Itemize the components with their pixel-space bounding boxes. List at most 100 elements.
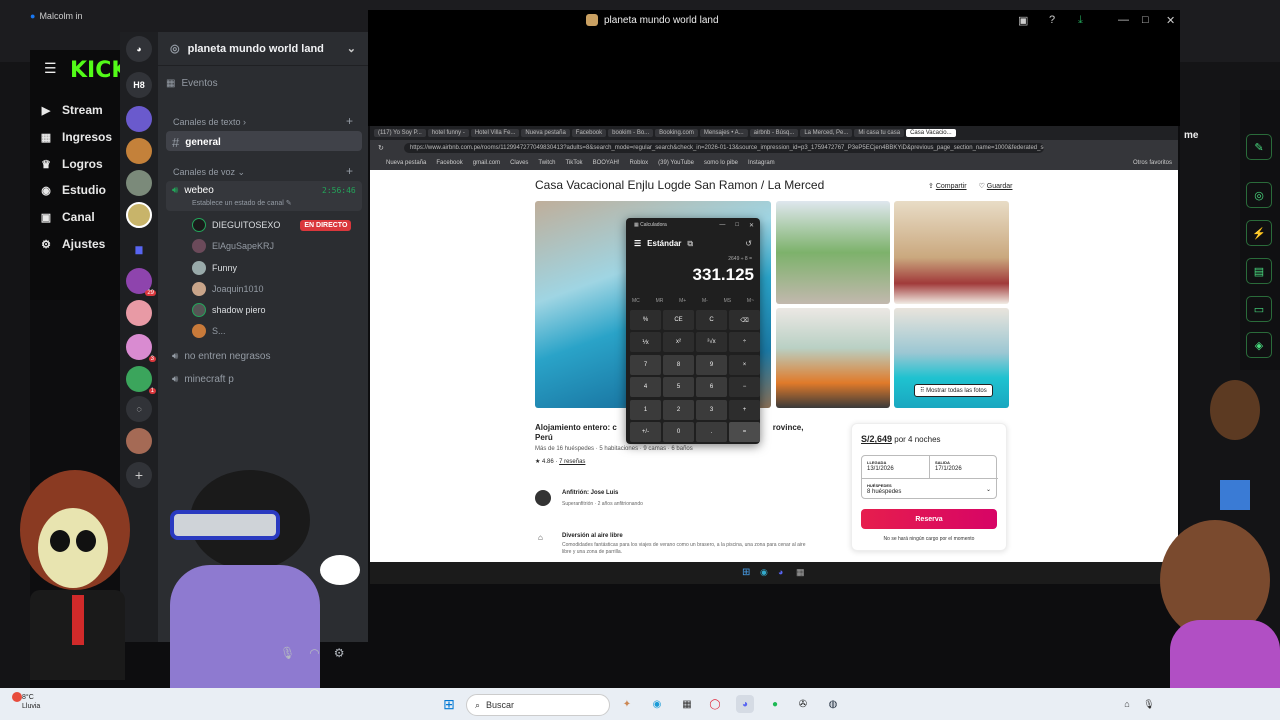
voice-user[interactable]: Funny (192, 261, 237, 275)
calc-key[interactable]: − (729, 377, 760, 398)
calc-key[interactable]: × (729, 354, 760, 375)
shared-tab[interactable]: Mi casa tu casa (854, 129, 905, 137)
mem-button[interactable]: MR (656, 298, 664, 304)
server-icon-2[interactable] (126, 138, 152, 164)
shared-tab[interactable]: Mensajes • A... (699, 129, 748, 137)
photo-thumb[interactable] (776, 308, 890, 408)
chat-icon[interactable]: ▭ (1246, 296, 1272, 322)
minimize-icon[interactable]: — (719, 222, 725, 229)
bolt-icon[interactable]: ⚡ (1246, 220, 1272, 246)
taskbar-search[interactable]: ⌕ Buscar (466, 694, 610, 716)
server-icon-1[interactable] (126, 106, 152, 132)
server-h8[interactable]: H8 (126, 72, 152, 98)
nav-logros[interactable]: ♛ Logros (40, 157, 103, 171)
nav-ajustes[interactable]: ⚙ Ajustes (40, 237, 105, 251)
bookmark[interactable]: Nueva pestaña (386, 160, 426, 166)
save-button[interactable]: ♡ Guardar (979, 182, 1013, 190)
server-icon-6[interactable]: 3 (126, 334, 156, 362)
calculator-window[interactable]: ▦ Calculadora — □ ✕ ☰ Estándar ⧉ ↺ 2649 ÷ 8 … (626, 218, 760, 444)
calc-key[interactable]: 5 (663, 377, 694, 398)
file-explorer-icon[interactable]: ▦ (678, 695, 696, 713)
calc-key[interactable]: ⅟x (630, 332, 661, 353)
browser-tab[interactable]: ● Malcolm in (30, 6, 140, 26)
calc-key[interactable]: 9 (696, 354, 727, 375)
voice-user[interactable]: shadow piero (192, 303, 266, 317)
broadcast-icon[interactable]: ◈ (1246, 332, 1272, 358)
bookmark[interactable]: BOOYAH! (593, 160, 620, 166)
server-icon-3[interactable] (126, 170, 152, 196)
calc-key[interactable]: 0 (663, 422, 694, 442)
server-icon-9[interactable] (126, 428, 152, 454)
share-button[interactable]: ⇪ Compartir (928, 182, 967, 190)
photo-thumb[interactable] (894, 201, 1009, 304)
shared-tab[interactable]: La Merced, Pe... (800, 129, 853, 137)
help-icon[interactable]: ? (1049, 14, 1055, 26)
maximize-icon[interactable]: □ (735, 222, 739, 229)
mic-tray-icon[interactable]: 🎙︎ (1140, 695, 1158, 713)
text-category[interactable]: Canales de texto › (173, 117, 246, 127)
reviews-link[interactable]: 7 reseñas (559, 459, 585, 465)
server-icon-7[interactable]: 1 (126, 366, 156, 394)
voice-user[interactable]: ElAguSapeKRJ (192, 239, 274, 253)
calc-key[interactable]: ²√x (696, 332, 727, 353)
server-icon-5[interactable] (126, 300, 152, 326)
network-icon[interactable]: ⌂ (1118, 695, 1136, 713)
mem-button[interactable]: MS (724, 298, 732, 304)
download-icon[interactable]: ⤓ (1078, 14, 1083, 27)
nav-ingresos[interactable]: ▦ Ingresos (40, 130, 112, 144)
reload-icon[interactable]: ↻ (378, 144, 384, 152)
spotify-icon[interactable]: ● (766, 695, 784, 713)
mem-button[interactable]: M~ (747, 298, 754, 304)
shared-tab[interactable]: hotel funny - (427, 129, 469, 137)
calc-key[interactable]: ⌫ (729, 310, 760, 330)
reserve-button[interactable]: Reserva (861, 509, 997, 529)
photo-thumb[interactable] (776, 201, 890, 304)
host-avatar[interactable] (535, 490, 551, 506)
discord-home-icon[interactable]: ◕ (126, 36, 152, 62)
folder-icon[interactable]: ▆ (126, 236, 152, 262)
shared-tab[interactable]: Facebook (571, 129, 607, 137)
discord-icon[interactable]: ◕ (736, 695, 754, 713)
close-icon[interactable]: ✕ (749, 222, 754, 229)
calc-key[interactable]: 1 (630, 399, 661, 420)
add-text-channel-icon[interactable]: + (346, 114, 353, 128)
shared-tab[interactable]: airbnb - Búsq... (749, 129, 799, 137)
calc-key[interactable]: 8 (663, 354, 694, 375)
keep-on-top-icon[interactable]: ⧉ (687, 239, 693, 249)
calc-key[interactable]: . (696, 422, 727, 442)
nav-estudio[interactable]: ◉ Estudio (40, 183, 106, 197)
calc-key[interactable]: x² (663, 332, 694, 353)
server-icon-4[interactable]: 29 (126, 268, 156, 296)
bookmark[interactable]: somo lo pibe (704, 160, 738, 166)
voice-user[interactable]: S... (192, 324, 226, 338)
calc-key[interactable]: + (729, 399, 760, 420)
calc-key[interactable]: % (630, 310, 661, 330)
calc-key[interactable]: CE (663, 310, 694, 330)
voice-channel-other[interactable]: 🔊︎ minecraft p (166, 374, 234, 385)
voice-user[interactable]: DIEGUITOSEXO EN DIRECTO (192, 218, 352, 232)
app-icon[interactable]: ✇ (794, 695, 812, 713)
settings-icon[interactable]: ⚙ (334, 646, 345, 660)
minimize-icon[interactable]: — (1118, 14, 1129, 26)
checkin-value[interactable]: 13/1/2026 (867, 466, 894, 472)
calc-key[interactable]: C (696, 310, 727, 330)
steam-icon[interactable]: ◍ (824, 695, 842, 713)
camera-icon[interactable]: ◎ (1246, 182, 1272, 208)
bookmark[interactable]: Facebook (436, 160, 462, 166)
edit-icon[interactable]: ✎ (1246, 134, 1272, 160)
channel-status[interactable]: Establece un estado de canal ✎ (192, 199, 292, 207)
calc-key[interactable]: 2 (663, 399, 694, 420)
start-icon[interactable]: ⊞ (440, 695, 458, 713)
dates-box[interactable]: LLEGADA 13/1/2026 SALIDA 17/1/2026 HUÉSP… (861, 455, 998, 499)
mem-button[interactable]: M- (702, 298, 708, 304)
bookmark[interactable]: Otros favoritos (1133, 160, 1172, 166)
hamburger-icon[interactable]: ☰ (44, 60, 57, 77)
bookmark[interactable]: Claves (510, 160, 528, 166)
shared-tab[interactable]: bookim - Bo... (608, 129, 654, 137)
copilot-icon[interactable]: ✦ (618, 695, 636, 713)
server-icon-8[interactable]: ◌ (126, 396, 152, 422)
calc-key[interactable]: ÷ (729, 332, 760, 353)
shared-tab[interactable]: Nueva pestaña (521, 129, 570, 137)
history-icon[interactable]: ↺ (745, 239, 752, 248)
guests-value[interactable]: 8 huéspedes (867, 489, 901, 495)
